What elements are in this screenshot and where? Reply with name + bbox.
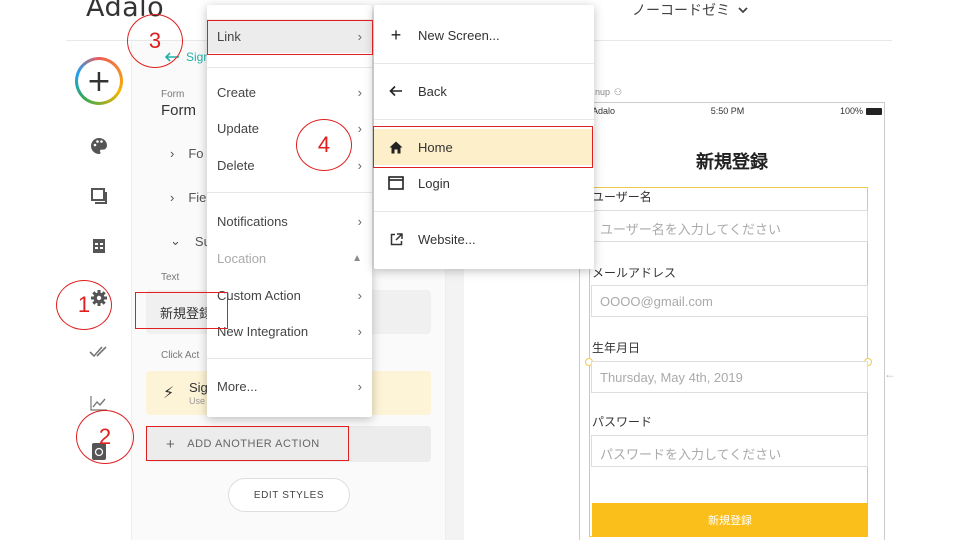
screen-name-label: nup ⚇ [595,87,623,97]
edit-styles-button[interactable]: EDIT STYLES [228,478,350,512]
chevron-right-icon: › [357,287,362,303]
plus-icon: + [390,24,402,45]
screen-title: 新規登録 [696,152,768,172]
click-actions-label: Click Act [161,350,200,361]
tree-row-submit[interactable]: ⌄ Su [170,233,211,249]
add-action-menu: Link › Create › Update › Delete › Notifi… [207,5,372,417]
workspace-switcher[interactable]: ノーコードゼミ [632,0,748,20]
battery-icon [866,107,882,115]
workspace-name: ノーコードゼミ [632,2,730,18]
annotation-box-text [135,292,228,329]
status-bar: Adalo 5:50 PM 100% [592,106,882,116]
users-icon: ⚇ [614,87,623,97]
menu-divider [374,119,594,120]
chevron-down-icon: ⌄ [170,233,181,248]
annotation-box-add-action [146,426,349,461]
menu-divider [374,63,594,64]
menu-item-more[interactable]: More... › [207,369,372,403]
component-name[interactable]: Form [161,102,196,119]
menu-divider [207,67,372,68]
screens-icon[interactable] [88,185,110,207]
annotation-step-4: 4 [296,119,352,171]
menu-item-create[interactable]: Create › [207,75,372,109]
annotation-step-1: 1 [56,280,112,330]
menu-divider [207,358,372,359]
publish-icon[interactable] [88,340,110,362]
chevron-right-icon: › [357,213,362,229]
annotation-box-link [207,20,373,55]
menu-item-custom-action[interactable]: Custom Action › [207,278,372,312]
database-icon[interactable] [88,235,110,257]
chevron-down-icon [738,7,748,14]
submenu-item-website[interactable]: Website... [374,221,594,257]
field-label-username: ユーザー名 [592,190,652,204]
arrow-left-icon: ← [884,367,896,381]
menu-item-location: Location ▲ [217,250,362,266]
submenu-item-back[interactable]: Back [374,73,594,109]
menu-divider [207,192,372,193]
action-title: Sig [189,380,208,395]
annotation-step-3: 3 [127,14,183,68]
submenu-item-login[interactable]: Login [374,165,594,201]
warning-icon: ▲ [352,252,362,264]
field-label-email: メールアドレス [592,266,677,280]
menu-divider [374,211,594,212]
chevron-right-icon: › [170,146,175,161]
external-link-icon [388,232,404,246]
menu-item-notifications[interactable]: Notifications › [207,204,372,238]
field-label-birthday: 生年月日 [592,341,641,355]
chevron-right-icon: › [357,323,362,339]
action-subtitle: Use [189,396,206,406]
annotation-step-2: 2 [76,410,134,464]
submenu-item-new-screen[interactable]: + New Screen... [374,17,594,53]
tree-row-fields[interactable]: › Fie [170,190,206,205]
email-input[interactable]: OOOO@gmail.com [591,285,868,317]
chevron-right-icon: › [357,378,362,394]
chevron-right-icon: › [170,190,175,205]
bolt-icon: ⚡ [163,385,175,402]
annotation-box-home [373,126,593,168]
tree-row-form[interactable]: › Fo [170,146,204,161]
password-input[interactable]: パスワードを入力してください [591,435,868,467]
window-icon [388,176,404,190]
component-type-label: Form [161,89,185,100]
field-label-password: パスワード [592,415,653,429]
chevron-right-icon: › [357,120,362,136]
arrow-left-icon [388,85,404,97]
signup-submit-button[interactable]: 新規登録 [592,503,868,537]
chevron-right-icon: › [357,157,362,173]
birthday-input[interactable]: Thursday, May 4th, 2019 [591,361,868,393]
palette-icon[interactable] [88,135,110,157]
text-field-label: Text [161,272,180,283]
menu-item-new-integration[interactable]: New Integration › [207,314,372,348]
username-input[interactable]: ユーザー名を入力してください [591,210,868,242]
add-component-button[interactable]: + [75,57,123,105]
chevron-right-icon: › [357,84,362,100]
